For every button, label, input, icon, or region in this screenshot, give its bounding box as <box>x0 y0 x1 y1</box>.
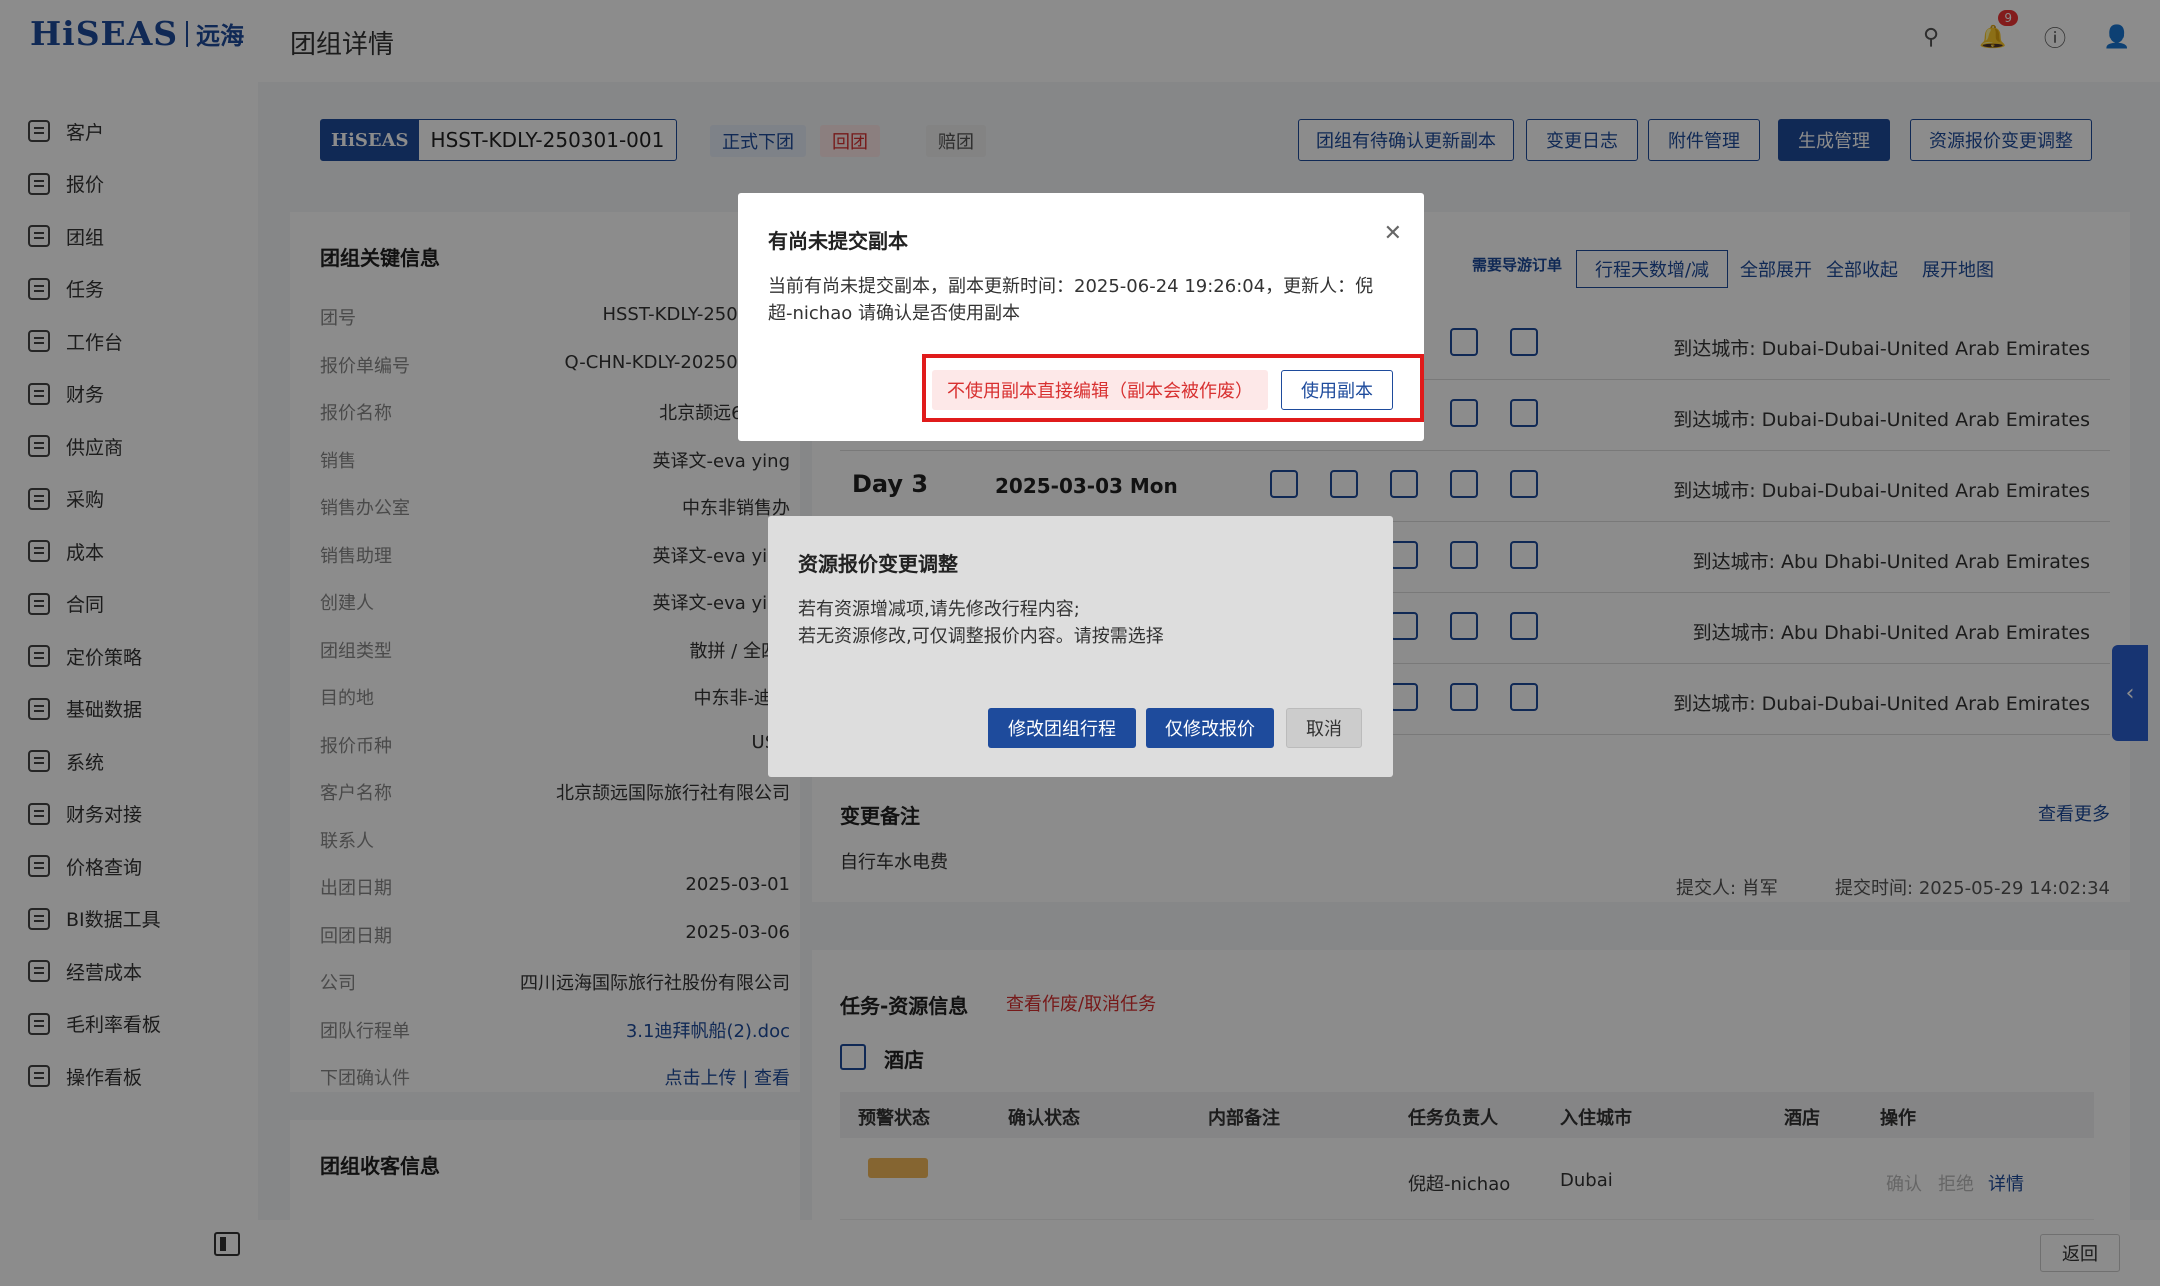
copy-modal-body: 当前有尚未提交副本，副本更新时间：2025-06-24 19:26:04，更新人… <box>768 276 1374 324</box>
edit-without-copy-button[interactable]: 不使用副本直接编辑（副本会被作废） <box>932 370 1268 410</box>
copy-modal-title: 有尚未提交副本 <box>768 229 908 253</box>
resource-modal-line2: 若无资源修改,可仅调整报价内容。请按需选择 <box>798 626 1164 647</box>
use-copy-button[interactable]: 使用副本 <box>1281 370 1393 410</box>
edit-quote-only-button[interactable]: 仅修改报价 <box>1146 708 1274 748</box>
edit-itinerary-button[interactable]: 修改团组行程 <box>988 708 1136 748</box>
cancel-button[interactable]: 取消 <box>1286 708 1362 748</box>
resource-modal-body: 若有资源增减项,请先修改行程内容; 若无资源修改,可仅调整报价内容。请按需选择 <box>798 596 1164 650</box>
close-icon[interactable]: ✕ <box>1384 221 1402 246</box>
resource-modal-title: 资源报价变更调整 <box>798 552 958 576</box>
resource-modal-line1: 若有资源增减项,请先修改行程内容; <box>798 599 1080 620</box>
resource-adjust-modal: 资源报价变更调整 若有资源增减项,请先修改行程内容; 若无资源修改,可仅调整报价… <box>768 516 1393 777</box>
